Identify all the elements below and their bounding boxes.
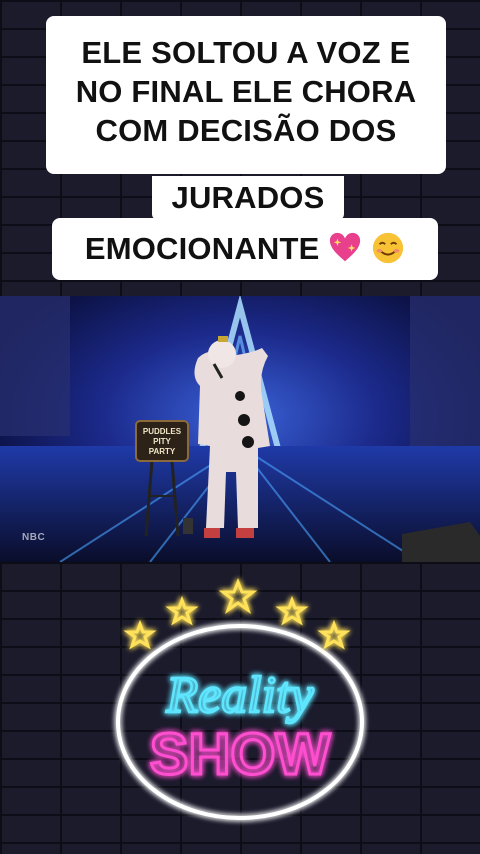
caption-line-2: NO FINAL ELE CHORA	[75, 74, 417, 109]
caption-line-5-box: EMOCIONANTE	[52, 218, 438, 280]
smiling-face-icon	[373, 232, 404, 264]
star-icon	[165, 595, 199, 626]
reality-show-neon-logo: Reality SHOW	[116, 577, 364, 820]
neon-word-show: SHOW	[150, 722, 331, 787]
caption-line-1: ELE SOLTOU A VOZ E	[81, 35, 411, 70]
star-icon	[123, 619, 157, 650]
neon-word-reality: Reality	[165, 667, 314, 724]
sign-text-3: PARTY	[149, 447, 176, 456]
caption-line-5: EMOCIONANTE	[84, 231, 320, 266]
caption-box: ELE SOLTOU A VOZ E NO FINAL ELE CHORA CO…	[46, 16, 446, 174]
neon-stars	[123, 577, 351, 650]
star-icon	[317, 619, 351, 650]
stage-scene: PUDDLES PITY PARTY	[0, 296, 480, 562]
sign-text-2: PITY	[153, 437, 171, 446]
caption-line-3: COM DECISÃO DOS	[95, 113, 397, 148]
star-icon	[218, 577, 258, 614]
sign-text-1: PUDDLES	[143, 427, 182, 436]
sparkling-heart-icon	[330, 232, 361, 262]
video-frame[interactable]: PUDDLES PITY PARTY NBC	[0, 296, 480, 562]
lantern	[183, 518, 193, 534]
caption-line-4-box: JURADOS	[152, 176, 344, 220]
caption-line-4: JURADOS	[171, 180, 325, 215]
star-icon	[275, 595, 309, 626]
nbc-watermark: NBC	[22, 532, 46, 543]
